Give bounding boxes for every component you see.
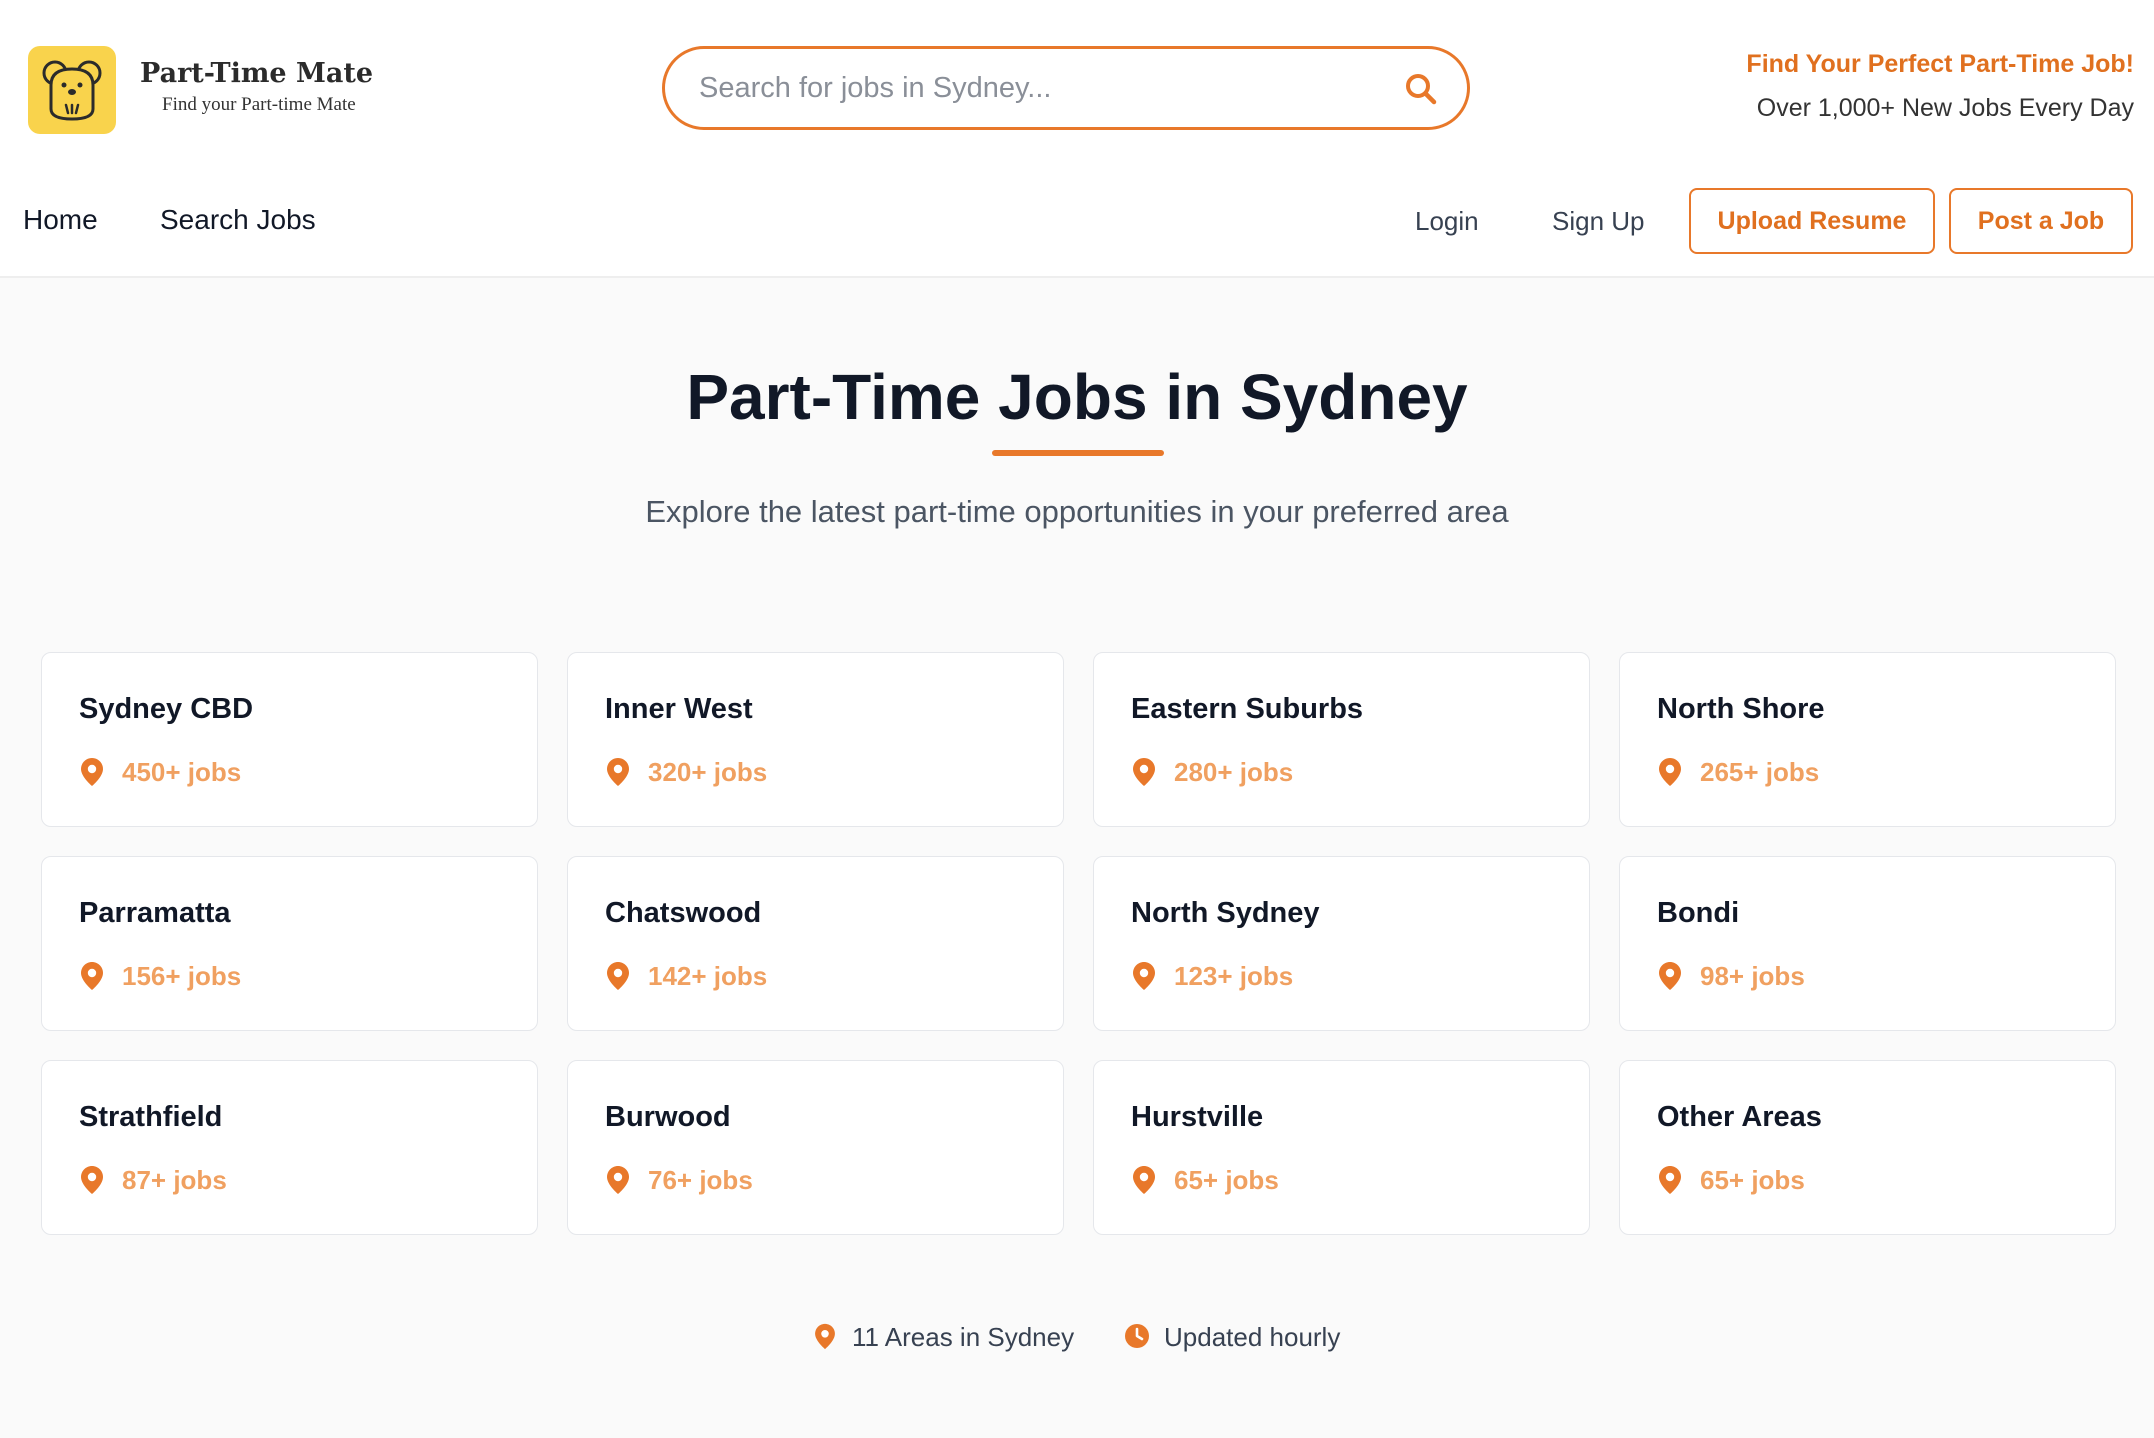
area-card[interactable]: Other Areas 65+ jobs (1619, 1060, 2116, 1235)
map-pin-icon (1659, 962, 1681, 990)
area-card[interactable]: Sydney CBD 450+ jobs (41, 652, 538, 827)
login-link[interactable]: Login (1415, 206, 1479, 237)
area-job-count: 65+ jobs (1700, 1165, 1805, 1195)
area-name: Bondi (1657, 897, 1740, 929)
area-job-count: 65+ jobs (1174, 1165, 1279, 1195)
map-pin-icon (1659, 758, 1681, 786)
promo-title: Find Your Perfect Part-Time Job! (1746, 50, 2134, 78)
area-name: Strathfield (79, 1101, 223, 1133)
area-name: Sydney CBD (79, 693, 254, 725)
area-card[interactable]: North Shore 265+ jobs (1619, 652, 2116, 827)
area-name: North Shore (1657, 693, 1825, 725)
sign-up-link[interactable]: Sign Up (1552, 206, 1645, 237)
site-header: Part-Time Mate Find your Part-time Mate … (0, 0, 2154, 278)
post-job-button[interactable]: Post a Job (1949, 188, 2133, 254)
map-pin-icon (1133, 758, 1155, 786)
map-pin-icon (81, 758, 103, 786)
map-pin-icon (1133, 962, 1155, 990)
logo[interactable] (28, 46, 116, 134)
area-job-count: 98+ jobs (1700, 961, 1805, 991)
area-name: Parramatta (79, 897, 231, 929)
areas-count-text: 11 Areas in Sydney (852, 1322, 1075, 1352)
area-card[interactable]: Bondi 98+ jobs (1619, 856, 2116, 1031)
map-pin-icon (1659, 1166, 1681, 1194)
area-job-count: 87+ jobs (122, 1165, 227, 1195)
area-grid: Sydney CBD 450+ jobs Inner West 320+ job… (41, 652, 2116, 1235)
area-name: Chatswood (605, 897, 762, 929)
area-job-count: 123+ jobs (1174, 961, 1294, 991)
area-card[interactable]: Chatswood 142+ jobs (567, 856, 1064, 1031)
search-button[interactable] (1401, 69, 1441, 109)
area-card[interactable]: Hurstville 65+ jobs (1093, 1060, 1590, 1235)
search-bar (662, 46, 1470, 130)
map-pin-icon (81, 1166, 103, 1194)
brand-name[interactable]: Part-Time Mate (140, 58, 373, 89)
area-name: Burwood (605, 1101, 731, 1133)
search-icon (1406, 74, 1437, 105)
map-pin-icon (1133, 1166, 1155, 1194)
area-card[interactable]: Strathfield 87+ jobs (41, 1060, 538, 1235)
area-card[interactable]: Eastern Suburbs 280+ jobs (1093, 652, 1590, 827)
area-job-count: 450+ jobs (122, 757, 242, 787)
area-name: Eastern Suburbs (1131, 693, 1364, 725)
area-card[interactable]: Inner West 320+ jobs (567, 652, 1064, 827)
page-title: Part-Time Jobs in Sydney (686, 361, 1468, 433)
area-card[interactable]: Parramatta 156+ jobs (41, 856, 538, 1031)
page-subtitle: Explore the latest part-time opportuniti… (645, 494, 1509, 529)
map-pin-icon (607, 962, 629, 990)
area-name: Inner West (605, 693, 753, 725)
area-name: North Sydney (1131, 897, 1320, 929)
clock-icon (1125, 1324, 1149, 1348)
area-name: Hurstville (1131, 1101, 1264, 1133)
area-job-count: 320+ jobs (648, 757, 768, 787)
search-input[interactable] (699, 63, 1359, 113)
upload-resume-button[interactable]: Upload Resume (1689, 188, 1935, 254)
map-pin-icon (81, 962, 103, 990)
area-name: Other Areas (1657, 1101, 1822, 1133)
brand-tagline: Find your Part-time Mate (162, 94, 356, 115)
area-job-count: 280+ jobs (1174, 757, 1294, 787)
update-frequency-text: Updated hourly (1164, 1322, 1341, 1352)
promo-subtitle: Over 1,000+ New Jobs Every Day (1756, 94, 2134, 122)
title-underline (992, 450, 1164, 456)
nav-home[interactable]: Home (23, 204, 98, 236)
map-pin-icon (815, 1323, 835, 1350)
area-job-count: 265+ jobs (1700, 757, 1820, 787)
area-job-count: 76+ jobs (648, 1165, 753, 1195)
area-card[interactable]: North Sydney 123+ jobs (1093, 856, 1590, 1031)
map-pin-icon (607, 1166, 629, 1194)
area-card[interactable]: Burwood 76+ jobs (567, 1060, 1064, 1235)
map-pin-icon (607, 758, 629, 786)
area-job-count: 142+ jobs (648, 961, 768, 991)
koala-logo-icon (42, 60, 102, 121)
area-job-count: 156+ jobs (122, 961, 242, 991)
nav-search-jobs[interactable]: Search Jobs (160, 204, 316, 236)
